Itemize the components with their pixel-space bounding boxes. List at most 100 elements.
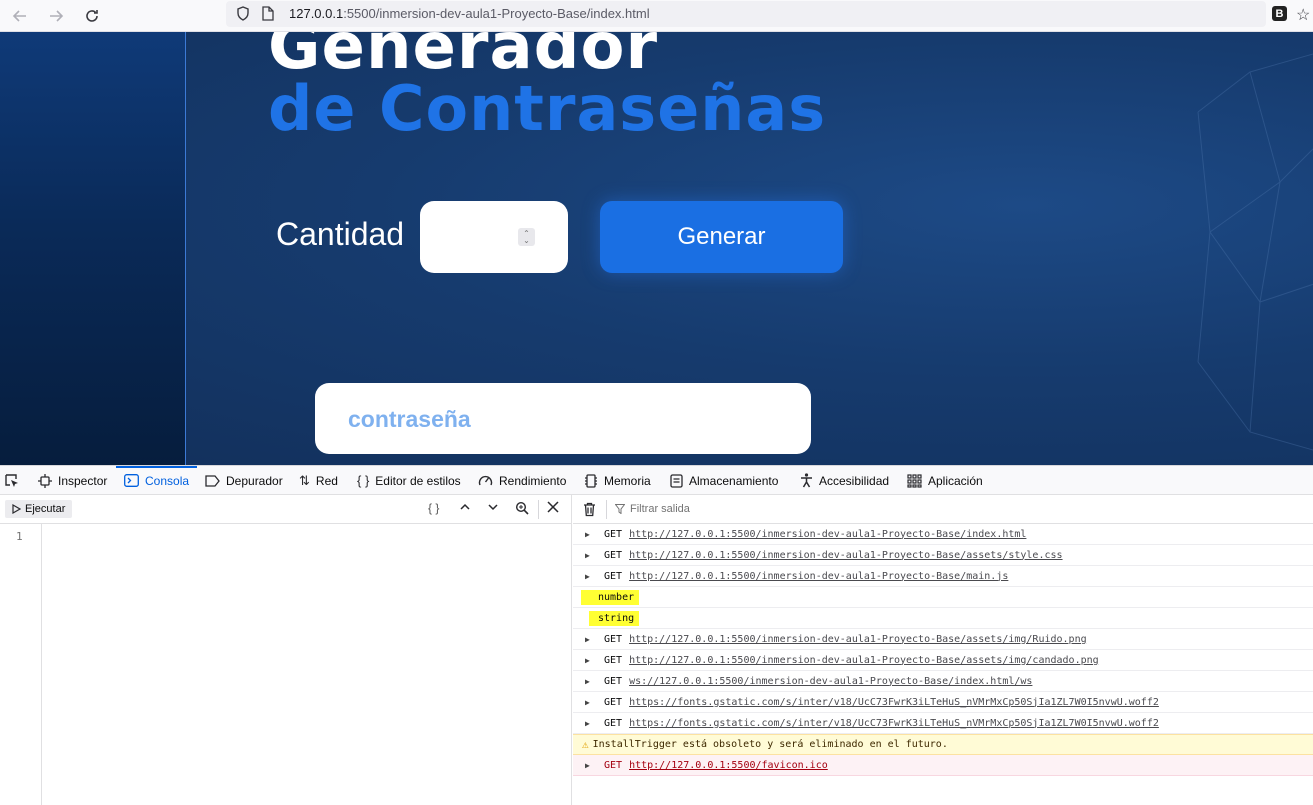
password-output-text: contraseña (348, 406, 471, 432)
console-output: Filtrar salida ▶ GET http://127.0.0.1:55… (573, 495, 1313, 805)
network-log-row[interactable]: ▶ GET http://127.0.0.1:5500/inmersion-de… (573, 650, 1313, 671)
log-url-link[interactable]: http://127.0.0.1:5500/inmersion-dev-aula… (629, 550, 1062, 561)
reload-button[interactable] (80, 4, 104, 28)
tab-label: Consola (145, 473, 190, 488)
log-method: GET (604, 696, 623, 708)
log-url-link[interactable]: http://127.0.0.1:5500/inmersion-dev-aula… (629, 529, 1026, 540)
devtools-panel: Inspector Consola Depurador ⇅ Red { } Ed… (0, 465, 1313, 805)
console-log-row: string (573, 608, 1313, 629)
memory-icon (584, 473, 598, 488)
pretty-print-icon[interactable]: { } (428, 501, 439, 515)
log-url-link[interactable]: http://127.0.0.1:5500/inmersion-dev-aula… (629, 655, 1099, 666)
close-icon[interactable] (547, 501, 559, 516)
warning-icon: ⚠ (582, 738, 589, 751)
network-icon: ⇅ (299, 472, 310, 488)
shield-icon[interactable] (236, 6, 250, 21)
output-toolbar: Filtrar salida (573, 495, 1313, 524)
network-log-row[interactable]: ▶ GET http://127.0.0.1:5500/inmersion-de… (573, 629, 1313, 650)
expand-triangle-icon[interactable]: ▶ (585, 551, 597, 560)
error-log-row[interactable]: ▶ GET http://127.0.0.1:5500/favicon.ico (573, 755, 1313, 776)
forward-button[interactable] (44, 4, 68, 28)
expand-triangle-icon[interactable]: ▶ (585, 656, 597, 665)
tab-storage[interactable]: Almacenamiento (670, 466, 778, 495)
tab-label: Red (315, 473, 338, 488)
tab-label: Editor de estilos (375, 473, 461, 488)
tab-network[interactable]: ⇅ Red (299, 466, 338, 495)
tab-inspector[interactable]: Inspector (38, 466, 107, 495)
expand-triangle-icon[interactable]: ▶ (585, 719, 597, 728)
log-message: number (581, 589, 640, 605)
side-panel (0, 32, 186, 465)
debugger-icon (205, 474, 220, 487)
tab-label: Aplicación (928, 473, 983, 488)
log-method: GET (604, 717, 623, 729)
toolbar-divider (606, 500, 607, 519)
filter-input[interactable]: Filtrar salida (615, 503, 690, 515)
extension-icon[interactable]: B (1272, 6, 1287, 21)
network-log-row[interactable]: ▶ GET ws://127.0.0.1:5500/inmersion-dev-… (573, 671, 1313, 692)
toolbar-divider (538, 500, 539, 519)
tab-console[interactable]: Consola (115, 466, 198, 495)
filter-placeholder: Filtrar salida (630, 503, 690, 515)
tab-memory[interactable]: Memoria (584, 466, 651, 495)
editor-toolbar: Ejecutar { } (0, 495, 572, 524)
log-url-link[interactable]: https://fonts.gstatic.com/s/inter/v18/Uc… (629, 718, 1159, 729)
log-method: GET (604, 528, 623, 540)
search-icon[interactable] (515, 501, 529, 518)
performance-icon (478, 474, 493, 487)
tab-label: Depurador (226, 473, 283, 488)
console-log-row: number (573, 587, 1313, 608)
log-url-link[interactable]: http://127.0.0.1:5500/inmersion-dev-aula… (629, 571, 1008, 582)
play-icon (12, 504, 21, 514)
bookmark-star-icon[interactable]: ☆ (1296, 5, 1310, 25)
log-method: GET (604, 633, 623, 645)
quantity-stepper[interactable]: ⌃ ⌄ (518, 228, 535, 246)
element-picker-icon[interactable] (4, 473, 20, 489)
tab-performance[interactable]: Rendimiento (478, 466, 566, 495)
chevron-down-icon[interactable] (487, 501, 499, 516)
tab-accessibility[interactable]: Accesibilidad (800, 466, 889, 495)
page-icon[interactable] (262, 6, 274, 21)
log-url-link[interactable]: https://fonts.gstatic.com/s/inter/v18/Uc… (629, 697, 1159, 708)
log-method: GET (604, 675, 623, 687)
network-log-row[interactable]: ▶ GET http://127.0.0.1:5500/inmersion-de… (573, 566, 1313, 587)
url-text[interactable]: 127.0.0.1:5500/inmersion-dev-aula1-Proye… (289, 6, 650, 21)
browser-toolbar: 127.0.0.1:5500/inmersion-dev-aula1-Proye… (0, 0, 1313, 32)
tab-label: Inspector (58, 473, 108, 488)
expand-triangle-icon[interactable]: ▶ (585, 572, 597, 581)
network-log-row[interactable]: ▶ GET https://fonts.gstatic.com/s/inter/… (573, 713, 1313, 734)
storage-icon (670, 473, 683, 488)
trash-icon[interactable] (583, 502, 596, 517)
arrow-left-icon (12, 10, 26, 22)
quantity-label: Cantidad (276, 216, 405, 252)
log-url-link[interactable]: http://127.0.0.1:5500/inmersion-dev-aula… (629, 634, 1087, 645)
network-log-row[interactable]: ▶ GET http://127.0.0.1:5500/inmersion-de… (573, 545, 1313, 566)
line-number: 1 (16, 530, 23, 543)
back-button[interactable] (8, 4, 32, 28)
network-log-row[interactable]: ▶ GET http://127.0.0.1:5500/inmersion-de… (573, 524, 1313, 545)
log-url-link[interactable]: ws://127.0.0.1:5500/inmersion-dev-aula1-… (629, 676, 1032, 687)
expand-triangle-icon[interactable]: ▶ (585, 677, 597, 686)
generate-button[interactable]: Generar (600, 201, 843, 273)
console-icon (124, 474, 139, 487)
page-title-line2: de Contraseñas (268, 72, 827, 145)
expand-triangle-icon[interactable]: ▶ (585, 761, 597, 770)
tab-debugger[interactable]: Depurador (205, 466, 283, 495)
tab-style-editor[interactable]: { } Editor de estilos (357, 466, 461, 495)
log-method: GET (604, 570, 623, 582)
chevron-up-icon[interactable] (459, 501, 471, 516)
stepper-down-icon[interactable]: ⌄ (523, 237, 530, 245)
quantity-input[interactable] (420, 201, 568, 273)
expand-triangle-icon[interactable]: ▶ (585, 698, 597, 707)
log-url-link[interactable]: http://127.0.0.1:5500/favicon.ico (629, 760, 828, 771)
application-icon (907, 473, 922, 488)
network-log-row[interactable]: ▶ GET https://fonts.gstatic.com/s/inter/… (573, 692, 1313, 713)
warning-message: InstallTrigger está obsoleto y será elim… (592, 739, 948, 750)
tab-application[interactable]: Aplicación (907, 466, 983, 495)
console-editor[interactable]: Ejecutar { } 1 (0, 495, 572, 805)
run-button[interactable]: Ejecutar (5, 500, 73, 518)
log-method: GET (604, 654, 623, 666)
expand-triangle-icon[interactable]: ▶ (585, 635, 597, 644)
tab-label: Rendimiento (499, 473, 567, 488)
expand-triangle-icon[interactable]: ▶ (585, 530, 597, 539)
